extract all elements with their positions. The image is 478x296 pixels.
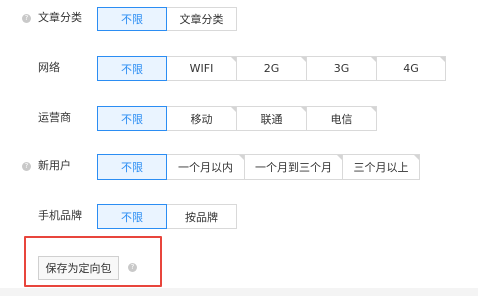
new-user-option-unlimited[interactable]: 不限 <box>97 154 167 180</box>
network-option-unlimited[interactable]: 不限 <box>97 56 167 81</box>
article-category-option-category[interactable]: 文章分类 <box>166 7 237 31</box>
network-option-wifi[interactable]: WIFI <box>166 56 237 81</box>
phone-brand-option-by-brand[interactable]: 按品牌 <box>166 204 237 229</box>
new-user-option-within-month[interactable]: 一个月以内 <box>166 154 245 180</box>
help-icon[interactable]: ? <box>128 263 137 272</box>
new-user-label: 新用户 <box>38 159 71 172</box>
network-option-2g[interactable]: 2G <box>236 56 307 81</box>
network-option-3g[interactable]: 3G <box>306 56 377 81</box>
bottom-divider <box>0 288 478 296</box>
carrier-option-unicom[interactable]: 联通 <box>236 106 307 131</box>
carrier-option-mobile[interactable]: 移动 <box>166 106 237 131</box>
carrier-label: 运营商 <box>38 111 71 124</box>
new-user-option-one-to-three-months[interactable]: 一个月到三个月 <box>244 154 343 180</box>
phone-brand-option-unlimited[interactable]: 不限 <box>97 204 167 229</box>
new-user-option-over-three-months[interactable]: 三个月以上 <box>342 154 420 180</box>
help-icon[interactable]: ? <box>22 14 31 23</box>
article-category-option-unlimited[interactable]: 不限 <box>97 7 167 31</box>
network-option-4g[interactable]: 4G <box>376 56 446 81</box>
phone-brand-label: 手机品牌 <box>38 209 82 222</box>
network-label: 网络 <box>38 61 60 74</box>
article-category-label: 文章分类 <box>38 11 82 24</box>
save-as-package-button[interactable]: 保存为定向包 <box>38 256 119 280</box>
carrier-option-unlimited[interactable]: 不限 <box>97 106 167 131</box>
help-icon[interactable]: ? <box>22 162 31 171</box>
carrier-option-telecom[interactable]: 电信 <box>306 106 377 131</box>
